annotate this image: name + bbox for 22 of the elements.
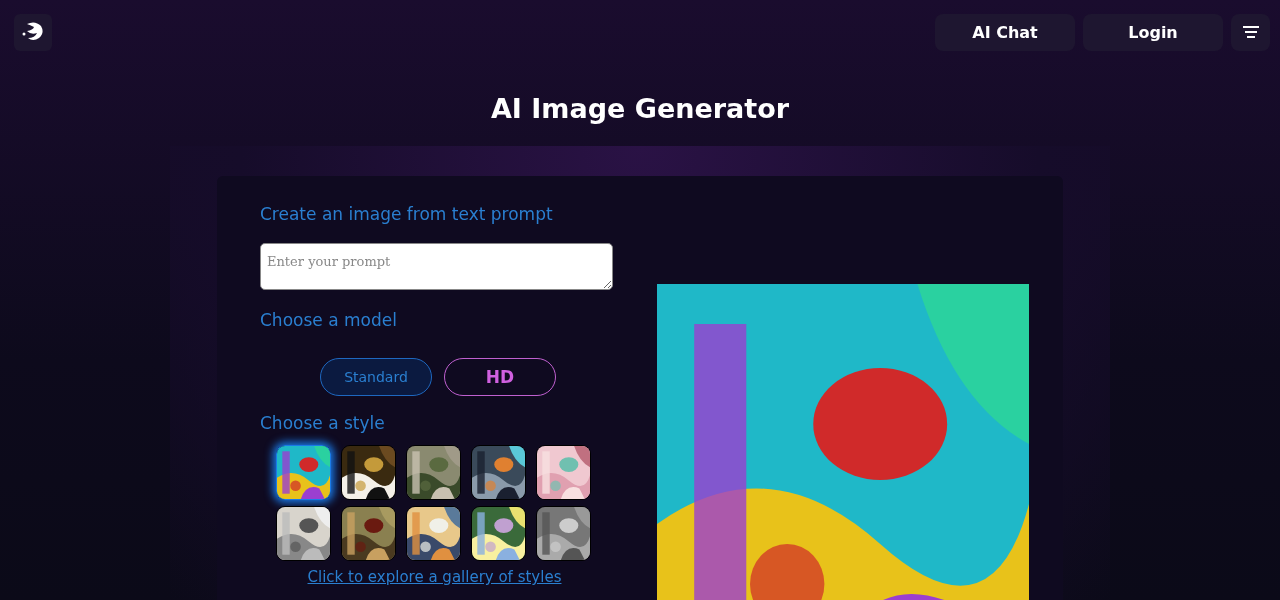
gallery-link[interactable]: Click to explore a gallery of styles: [307, 568, 562, 586]
logo[interactable]: [14, 13, 52, 51]
model-button[interactable]: Standard: [320, 358, 432, 396]
menu-icon: [1242, 26, 1259, 38]
prompt-field[interactable]: Enter your prompt: [260, 243, 613, 290]
section-heading: Choose a style: [260, 413, 385, 433]
style-thumbnail[interactable]: [471, 506, 526, 561]
style-thumbnail[interactable]: [406, 506, 461, 561]
section-heading: Choose a model: [260, 310, 397, 330]
chat-button[interactable]: AI Chat: [935, 13, 1075, 51]
page-title: AI Image Generator: [490, 93, 790, 124]
style-thumbnail[interactable]: [276, 506, 331, 561]
style-thumbnail[interactable]: [276, 445, 331, 500]
style-thumbnail[interactable]: [471, 445, 526, 500]
style-thumbnail[interactable]: [536, 506, 591, 561]
style-thumbnail[interactable]: [341, 506, 396, 561]
menu-button[interactable]: [1231, 13, 1270, 51]
login-button[interactable]: Login: [1083, 13, 1223, 51]
style-thumbnail[interactable]: [536, 445, 591, 500]
section-heading: Create an image from text prompt: [260, 204, 553, 224]
style-thumbnail[interactable]: [406, 445, 461, 500]
style-thumbnail[interactable]: [341, 445, 396, 500]
